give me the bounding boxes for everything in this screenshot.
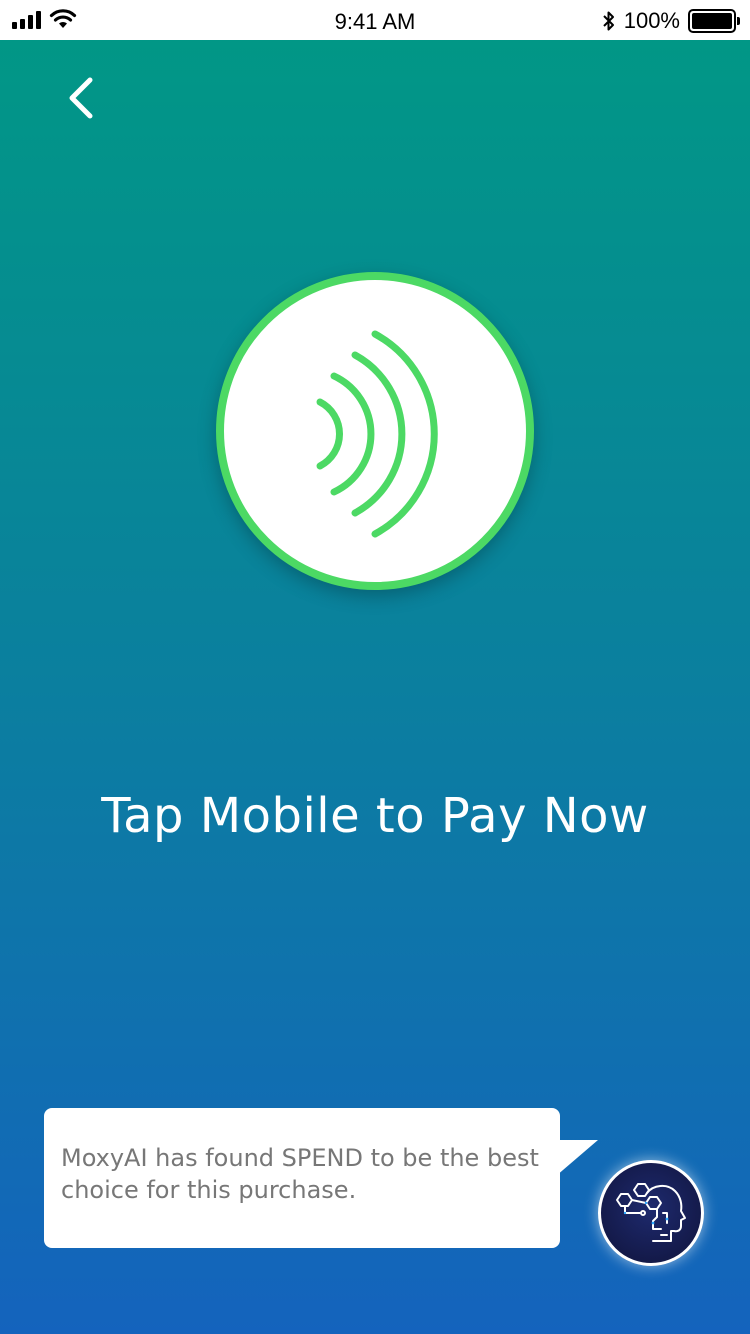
assistant-message-bubble: MoxyAI has found SPEND to be the best ch… bbox=[44, 1108, 560, 1248]
contactless-icon bbox=[316, 330, 438, 538]
assistant-message: MoxyAI has found SPEND to be the best ch… bbox=[61, 1144, 539, 1204]
battery-percent: 100% bbox=[623, 8, 680, 33]
payment-screen: Tap Mobile to Pay Now MoxyAI has found S… bbox=[0, 40, 750, 1334]
ai-head-icon bbox=[616, 1183, 686, 1242]
pay-headline: Tap Mobile to Pay Now bbox=[101, 788, 649, 844]
status-right: 100% bbox=[602, 8, 740, 34]
chevron-left-icon bbox=[69, 77, 93, 119]
back-button[interactable] bbox=[56, 70, 106, 126]
ai-assistant-button[interactable] bbox=[598, 1160, 704, 1266]
bubble-tail bbox=[556, 1140, 598, 1176]
battery-icon bbox=[688, 9, 740, 33]
tap-to-pay-button[interactable] bbox=[216, 272, 534, 590]
bluetooth-icon bbox=[603, 11, 614, 31]
status-bar: 9:41 AM 100% bbox=[0, 0, 750, 40]
